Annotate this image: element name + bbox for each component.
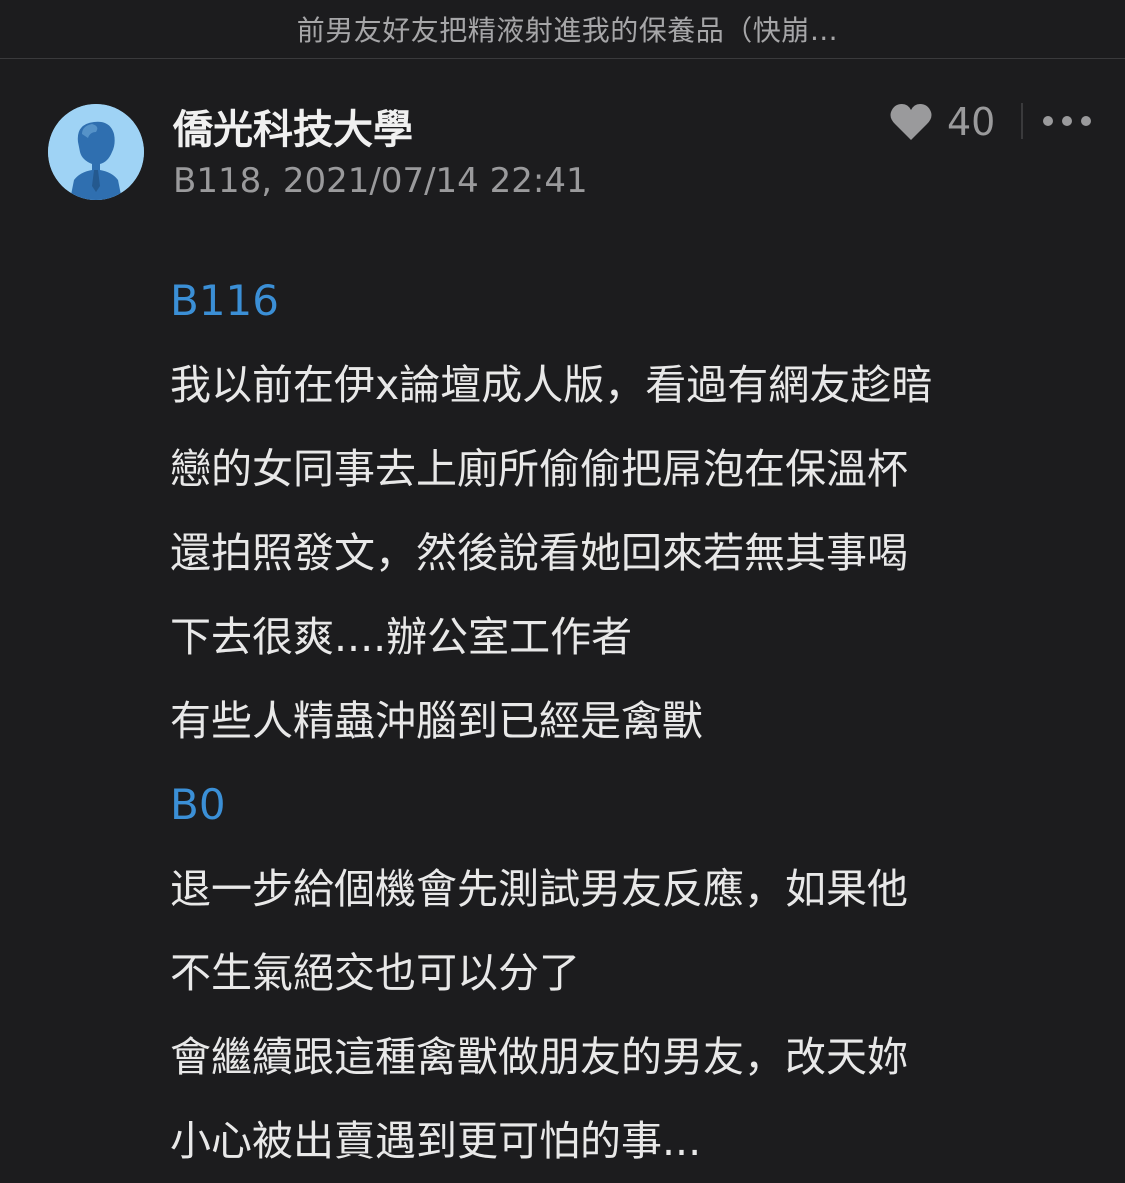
comment-text-line: 我以前在伊x論壇成人版，看過有網友趁暗 — [170, 361, 933, 409]
like-count: 40 — [947, 100, 996, 144]
comment-card: 僑光科技大學 B118, 2021/07/14 22:41 40 B116 我以… — [0, 59, 1125, 1182]
comment-text-line: 有些人精蟲沖腦到已經是禽獸 — [170, 697, 703, 745]
divider — [1021, 103, 1023, 139]
floor-reference-link[interactable]: B0 — [170, 763, 1070, 847]
comment-text-line: 戀的女同事去上廁所偷偷把屌泡在保溫杯 — [170, 445, 908, 493]
post-title[interactable]: 前男友好友把精液射進我的保養品（快崩… — [287, 9, 839, 49]
comment-text-line: 退一步給個機會先測試男友反應，如果他 — [170, 865, 908, 913]
more-icon[interactable] — [1043, 109, 1091, 133]
comment-text-line: 小心被出賣遇到更可怕的事... — [170, 1117, 702, 1165]
like-button[interactable]: 40 — [889, 99, 995, 145]
comment-text-line: 不生氣絕交也可以分了 — [170, 949, 580, 997]
author-name[interactable]: 僑光科技大學 — [173, 97, 413, 155]
user-silhouette-icon — [48, 104, 144, 200]
comment-text-line: 還拍照發文，然後說看她回來若無其事喝 — [170, 529, 908, 577]
floor-reference-link[interactable]: B116 — [170, 259, 1070, 343]
top-bar: 前男友好友把精液射進我的保養品（快崩… — [0, 0, 1125, 59]
more-dot — [1043, 116, 1053, 126]
comment-meta: B118, 2021/07/14 22:41 — [173, 161, 588, 201]
comment-text-line: 會繼續跟這種禽獸做朋友的男友，改天妳 — [170, 1033, 908, 1081]
comment-text-line: 下去很爽....辦公室工作者 — [170, 613, 633, 661]
more-dot — [1062, 116, 1072, 126]
avatar[interactable] — [48, 104, 144, 200]
comment-body: B116 我以前在伊x論壇成人版，看過有網友趁暗 戀的女同事去上廁所偷偷把屌泡在… — [170, 259, 1070, 1183]
heart-icon — [890, 104, 932, 140]
more-dot — [1081, 116, 1091, 126]
